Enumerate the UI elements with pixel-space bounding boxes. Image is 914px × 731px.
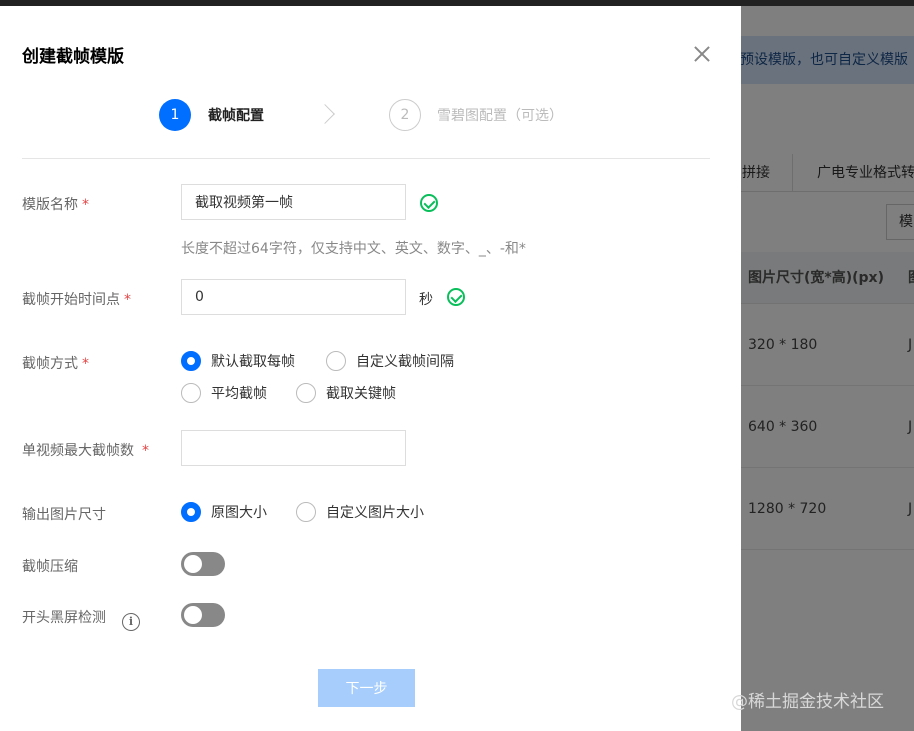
- capture-mode-label: 截帧方式 *: [22, 356, 89, 372]
- next-step-button[interactable]: 下一步: [318, 669, 415, 707]
- step-1: 1 截帧配置: [159, 99, 264, 131]
- info-icon[interactable]: i: [122, 613, 140, 631]
- step-number: 1: [159, 99, 191, 131]
- step-number: 2: [389, 99, 421, 131]
- black-screen-label: 开头黑屏检测: [22, 610, 106, 626]
- chevron-right-icon: [315, 104, 335, 124]
- radio-keyframe[interactable]: 截取关键帧: [296, 383, 396, 403]
- max-frames-label: 单视频最大截帧数 *: [22, 443, 149, 459]
- template-name-label: 模版名称 *: [22, 197, 89, 213]
- radio-average-capture[interactable]: 平均截帧: [181, 383, 267, 403]
- radio-dot: [181, 351, 201, 371]
- divider: [22, 158, 710, 159]
- radio-default-every-frame[interactable]: 默认截取每帧: [181, 351, 295, 371]
- radio-dot: [326, 351, 346, 371]
- check-circle-icon: [420, 194, 438, 212]
- radio-dot: [296, 502, 316, 522]
- radio-original-size[interactable]: 原图大小: [181, 502, 267, 522]
- compression-label: 截帧压缩: [22, 559, 78, 575]
- check-circle-icon: [447, 288, 465, 306]
- radio-dot: [296, 383, 316, 403]
- seconds-unit: 秒: [419, 292, 433, 308]
- radio-custom-size[interactable]: 自定义图片大小: [296, 502, 424, 522]
- dialog-title: 创建截帧模版: [22, 47, 124, 67]
- close-icon[interactable]: [690, 42, 714, 66]
- radio-dot: [181, 383, 201, 403]
- max-frames-input[interactable]: [181, 430, 406, 466]
- compression-toggle[interactable]: [181, 552, 225, 576]
- template-name-input[interactable]: [181, 184, 406, 220]
- radio-dot: [181, 502, 201, 522]
- start-time-label: 截帧开始时间点 *: [22, 292, 131, 308]
- step-label: 雪碧图配置（可选）: [437, 108, 563, 124]
- template-name-hint: 长度不超过64字符，仅支持中文、英文、数字、_、-和*: [181, 241, 526, 257]
- watermark: @稀土掘金技术社区: [731, 692, 884, 712]
- start-time-input[interactable]: [181, 279, 406, 315]
- step-2: 2 雪碧图配置（可选）: [389, 99, 563, 131]
- create-template-dialog: 创建截帧模版 1 截帧配置 2 雪碧图配置（可选） 模版名称* 长度不超过64字…: [0, 6, 741, 731]
- black-screen-toggle[interactable]: [181, 603, 225, 627]
- step-label: 截帧配置: [208, 108, 264, 124]
- output-size-label: 输出图片尺寸: [22, 507, 106, 523]
- radio-custom-interval[interactable]: 自定义截帧间隔: [326, 351, 454, 371]
